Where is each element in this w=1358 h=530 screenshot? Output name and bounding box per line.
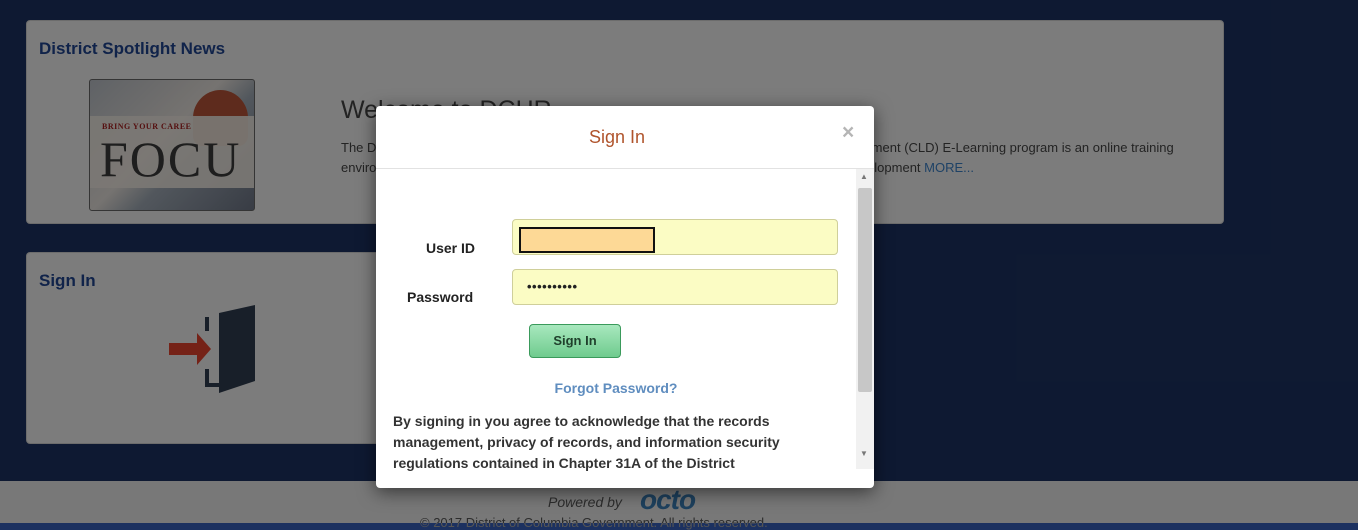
password-label: Password — [407, 289, 474, 305]
password-value: •••••••••• — [527, 279, 578, 294]
scroll-up-arrow-icon[interactable]: ▲ — [860, 172, 868, 181]
user-id-field[interactable] — [512, 219, 838, 255]
user-id-label: User ID — [426, 240, 476, 256]
modal-header: Sign In × — [376, 106, 874, 169]
modal-title: Sign In — [588, 127, 646, 147]
scroll-thumb[interactable] — [858, 188, 872, 392]
agreement-text: By signing in you agree to acknowledge t… — [393, 413, 780, 471]
sign-in-button[interactable]: Sign In — [529, 324, 621, 358]
password-field[interactable]: •••••••••• — [512, 269, 838, 305]
close-icon[interactable]: × — [842, 121, 854, 145]
signin-modal: Sign In × User ID Password •••••••••• Si… — [376, 106, 874, 488]
modal-scrollbar[interactable]: ▲ ▼ — [856, 169, 874, 469]
user-id-highlight — [519, 227, 655, 253]
scroll-down-arrow-icon[interactable]: ▼ — [860, 449, 868, 458]
modal-body: User ID Password •••••••••• Sign In Forg… — [376, 169, 856, 471]
forgot-password-link[interactable]: Forgot Password? — [376, 380, 856, 396]
